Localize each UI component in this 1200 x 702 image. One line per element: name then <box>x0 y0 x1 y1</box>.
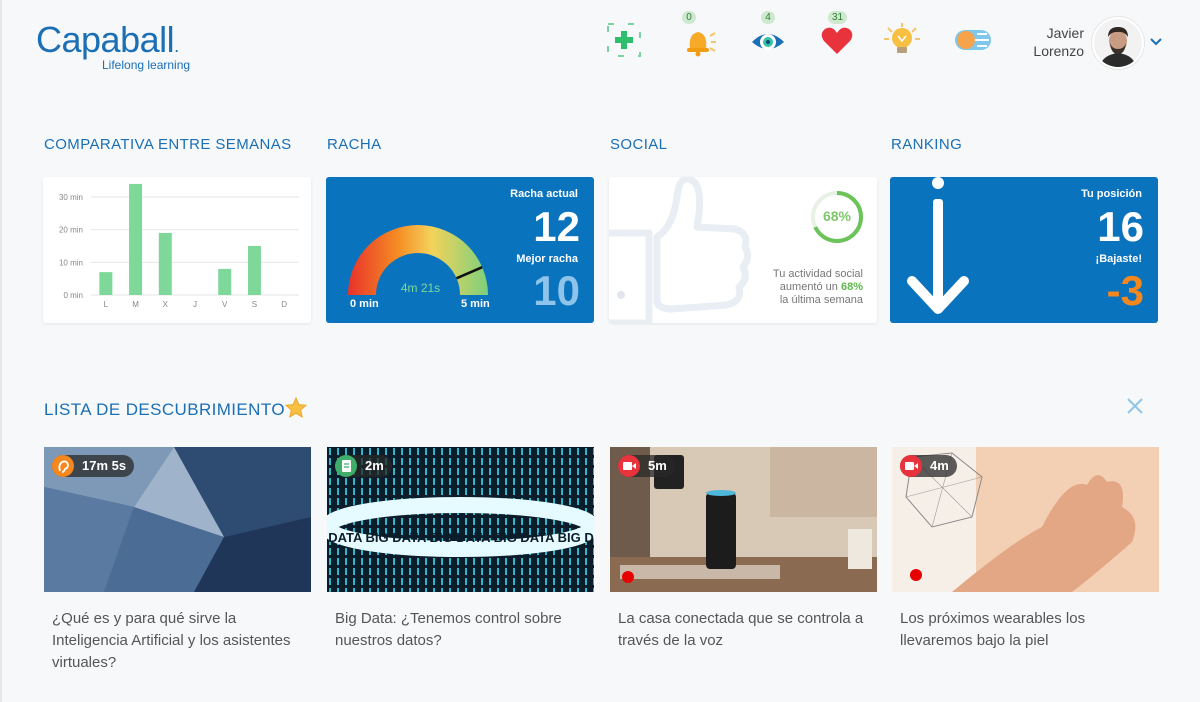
bell-icon <box>687 32 716 57</box>
discovery-item[interactable]: 5m La casa conectada que se controla a t… <box>610 447 877 652</box>
avatar[interactable] <box>1092 17 1144 69</box>
chart-bar-V <box>218 268 232 295</box>
duration-text: 5m <box>648 458 667 473</box>
chart-x-tick-label: S <box>252 300 257 309</box>
favorites-button[interactable] <box>817 22 857 58</box>
best-streak-label: Mejor racha <box>516 253 578 265</box>
views-button[interactable] <box>748 22 788 58</box>
social-description: Tu actividad social aumentó un 68% la úl… <box>723 268 863 307</box>
current-streak-label: Racha actual <box>510 188 578 200</box>
duration-text: 17m 5s <box>82 458 127 473</box>
social-line-2-percent: 68% <box>840 281 863 293</box>
social-line-2-prefix: aumentó un <box>779 281 838 293</box>
audio-icon <box>52 455 74 477</box>
social-line-3: la última semana <box>779 294 863 306</box>
app-frame: Capaball. Lifelong learning 0 4 31 Javie… <box>0 0 1200 702</box>
chart-bar-X <box>158 232 172 295</box>
duration-badge: 2m <box>335 455 392 477</box>
discovery-item[interactable]: 4m Los próximos wearables los llevaremos… <box>892 447 1159 652</box>
arrow-down-icon <box>907 177 969 314</box>
duration-text: 4m <box>930 458 949 473</box>
gauge-max-label: 5 min <box>461 298 490 310</box>
add-content-button[interactable] <box>604 22 644 58</box>
weekly-bar-chart: 0 min 10 min 20 min 30 min L M X J V S D <box>59 183 299 309</box>
duration-text: 2m <box>365 458 384 473</box>
discovery-item-title[interactable]: ¿Qué es y para qué sirve la Inteligencia… <box>44 608 311 674</box>
document-icon <box>335 455 357 477</box>
social-title: SOCIAL <box>610 136 668 153</box>
discovery-thumbnail: 4m <box>892 447 1159 592</box>
discovery-item-title[interactable]: Big Data: ¿Tenemos control sobre nuestro… <box>327 608 594 652</box>
weekly-chart-card: 0 min 10 min 20 min 30 min L M X J V S D <box>43 177 311 323</box>
chart-bar-S <box>247 246 261 295</box>
chart-x-tick-label: X <box>163 300 169 309</box>
chart-y-tick-label: 0 min <box>63 291 83 300</box>
current-streak-value: 12 <box>533 203 580 250</box>
close-icon[interactable] <box>1126 397 1144 415</box>
chart-x-tick-label: L <box>104 300 109 309</box>
position-change-value: -3 <box>1106 267 1144 314</box>
position-value: 16 <box>1097 203 1144 250</box>
user-name[interactable]: Javier Lorenzo <box>1012 24 1084 60</box>
logo-tagline: Lifelong learning <box>102 58 191 72</box>
user-avatar-image <box>1094 19 1142 67</box>
social-line-1: Tu actividad social <box>772 268 863 280</box>
ranking-card: Tu posición 16 ¡Bajaste! -3 <box>890 177 1158 323</box>
big-data-text: BIG DATA BIG DATA BIG DATA BIG DATA BIG … <box>327 530 594 545</box>
discovery-title: LISTA DE DESCUBRIMIENTO <box>44 400 285 419</box>
streak-card: 4m 21s 0 min 5 min Racha actual 12 Mejor… <box>326 177 594 323</box>
chart-x-tick-label: D <box>281 300 287 309</box>
position-label: Tu posición <box>1081 188 1142 200</box>
eye-icon <box>752 34 784 50</box>
toggle-icon <box>955 30 991 50</box>
ranking-title: RANKING <box>891 136 963 153</box>
lightbulb-icon <box>884 23 920 53</box>
chart-x-tick-label: J <box>193 300 197 309</box>
duration-badge: 4m <box>900 455 957 477</box>
star-icon[interactable] <box>284 396 308 420</box>
weekly-comparison-title: COMPARATIVA ENTRE SEMANAS <box>44 136 292 153</box>
discovery-thumbnail: 5m <box>610 447 877 592</box>
chart-x-tick-label: M <box>132 300 139 309</box>
gauge-value: 4m 21s <box>400 281 441 295</box>
discovery-thumbnail: 17m 5s <box>44 447 311 592</box>
gauge-min-label: 0 min <box>350 298 379 310</box>
chart-bar-L <box>99 272 113 295</box>
social-percent: 68% <box>822 208 852 224</box>
chart-y-tick-label: 10 min <box>59 258 83 267</box>
discovery-item-title[interactable]: La casa conectada que se controla a trav… <box>610 608 877 652</box>
chart-x-tick-label: V <box>222 300 228 309</box>
toggle-switch[interactable] <box>953 22 993 58</box>
chart-y-tick-label: 20 min <box>59 226 83 235</box>
logo-text: Capaball <box>36 19 175 60</box>
capaball-logo[interactable]: Capaball. Lifelong learning <box>36 20 216 76</box>
chart-bar-M <box>129 183 143 295</box>
plus-icon <box>607 23 641 57</box>
streak-title: RACHA <box>327 136 382 153</box>
discovery-item[interactable]: 17m 5s ¿Qué es y para qué sirve la Intel… <box>44 447 311 674</box>
video-icon <box>900 455 922 477</box>
position-change-label: ¡Bajaste! <box>1095 253 1142 265</box>
duration-badge: 17m 5s <box>52 455 135 477</box>
video-icon <box>618 455 640 477</box>
discovery-item[interactable]: BIG DATA BIG DATA BIG DATA BIG DATA BIG … <box>327 447 594 652</box>
best-streak-value: 10 <box>533 267 580 314</box>
duration-badge: 5m <box>618 455 675 477</box>
social-line-2: aumentó un 68% <box>723 281 863 294</box>
discovery-thumbnail: BIG DATA BIG DATA BIG DATA BIG DATA BIG … <box>327 447 594 592</box>
ideas-button[interactable] <box>882 22 922 58</box>
discovery-item-title[interactable]: Los próximos wearables los llevaremos ba… <box>892 608 1159 652</box>
social-card: 68% Tu actividad social aumentó un 68% l… <box>609 177 877 323</box>
chevron-down-icon[interactable] <box>1148 34 1164 50</box>
chart-y-tick-label: 30 min <box>59 193 83 202</box>
user-last-name: Lorenzo <box>1033 43 1084 59</box>
heart-icon <box>821 27 853 54</box>
user-first-name: Javier <box>1046 25 1084 41</box>
notifications-button[interactable] <box>678 22 718 58</box>
